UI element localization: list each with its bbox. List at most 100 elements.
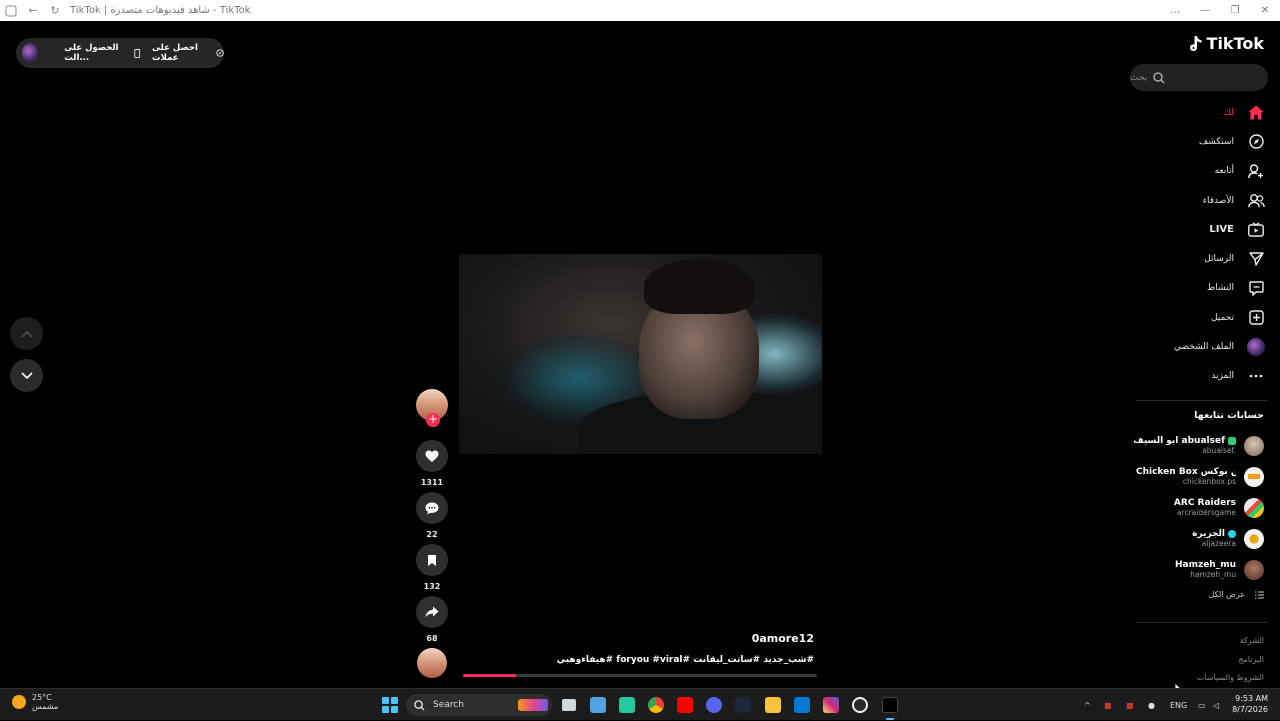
video-progress-bar[interactable] bbox=[463, 674, 817, 677]
list-icon bbox=[1255, 591, 1264, 598]
see-all-link[interactable]: عرض الكل bbox=[1208, 590, 1264, 599]
office-app-icon[interactable] bbox=[794, 697, 810, 713]
file-explorer-icon[interactable] bbox=[765, 697, 781, 713]
video-hashtags[interactable]: #شب_جديد #ساتت_ليقانت #foryou #viral #هي… bbox=[557, 655, 814, 665]
volume-icon[interactable]: ◁ bbox=[1213, 689, 1219, 721]
taskbar-search[interactable]: Search bbox=[406, 694, 552, 716]
profile-avatar bbox=[1244, 338, 1268, 357]
share-button[interactable] bbox=[416, 596, 448, 628]
sidebar-item-following[interactable]: أتابعه bbox=[1128, 157, 1268, 186]
account-name: ابو السيف abualsef bbox=[1133, 436, 1225, 446]
verified-badge-icon bbox=[1228, 437, 1236, 445]
follow-plus-icon[interactable]: + bbox=[426, 413, 440, 427]
video-actions: + 1311 22 132 68 bbox=[416, 389, 448, 644]
weather-widget[interactable]: 25°C مشمس bbox=[12, 693, 58, 711]
app-icon bbox=[0, 0, 22, 21]
search-input[interactable]: بحث bbox=[1130, 64, 1268, 91]
more-dots-icon bbox=[1244, 374, 1268, 378]
reload-icon[interactable]: ↻ bbox=[44, 0, 66, 21]
whatsapp-icon[interactable] bbox=[619, 697, 635, 713]
system-clock[interactable]: 9:53 AM 8/7/2026 bbox=[1232, 693, 1268, 715]
comment-button[interactable] bbox=[416, 492, 448, 524]
send-icon bbox=[1244, 252, 1268, 266]
back-icon[interactable]: ← bbox=[22, 0, 44, 21]
weather-condition: مشمس bbox=[32, 702, 59, 711]
followed-account[interactable]: تشيكن بوكس Chicken Box chickenbox.ps bbox=[1124, 461, 1264, 492]
youtube-icon[interactable] bbox=[677, 697, 693, 713]
search-icon bbox=[414, 699, 425, 711]
restore-icon[interactable]: ❐ bbox=[1220, 0, 1250, 21]
minimize-icon[interactable]: — bbox=[1190, 0, 1220, 21]
windows-start-icon[interactable] bbox=[382, 697, 398, 713]
phone-icon bbox=[133, 48, 140, 58]
sidebar-item-profile[interactable]: الملف الشخصي bbox=[1128, 332, 1268, 361]
account-name: الجزيرة bbox=[1192, 529, 1225, 539]
sidebar-item-label: الرسائل bbox=[1204, 254, 1234, 265]
tray-app-icon[interactable]: ■ bbox=[1126, 689, 1134, 721]
sidebar-menu: لك استكشف أتابعه الأصدقاء LIVE الرسائل ا… bbox=[1128, 98, 1268, 391]
more-options-icon[interactable]: … bbox=[1160, 0, 1190, 21]
close-icon[interactable]: ✕ bbox=[1250, 0, 1280, 21]
sidebar-item-for-you[interactable]: لك bbox=[1128, 98, 1268, 127]
account-name: تشيكن بوكس Chicken Box bbox=[1136, 467, 1236, 477]
sidebar-item-more[interactable]: المزيد bbox=[1128, 362, 1268, 391]
search-highlight-icon bbox=[518, 699, 548, 711]
author-avatar[interactable]: + bbox=[416, 389, 448, 427]
language-indicator[interactable]: ENG bbox=[1170, 689, 1187, 721]
following-accounts-list: ابو السيف abualsef abualsef. تشيكن بوكس … bbox=[1124, 430, 1264, 585]
like-count: 1311 bbox=[420, 478, 444, 487]
save-count: 132 bbox=[423, 582, 441, 591]
get-coins-button[interactable]: احصل على عملات bbox=[152, 43, 224, 63]
footer-link-terms[interactable]: الشروط والسياسات bbox=[1197, 669, 1264, 688]
followed-account[interactable]: Hamzeh_mu hamzeh_mu bbox=[1124, 554, 1264, 585]
tiktok-app-icon[interactable] bbox=[882, 697, 898, 713]
followed-account[interactable]: ARC Raiders arcraidersgame bbox=[1124, 492, 1264, 523]
chevron-down-icon bbox=[20, 371, 33, 379]
account-avatar bbox=[1244, 466, 1264, 487]
heart-icon bbox=[425, 450, 439, 462]
share-icon bbox=[425, 606, 439, 618]
sidebar-item-activity[interactable]: النشاط bbox=[1128, 274, 1268, 303]
network-icon[interactable]: ▭ bbox=[1198, 689, 1206, 721]
windows-taskbar: 25°C مشمس Search ^ ■ ■ ● ENG ▭ ◁ 9:53 AM… bbox=[0, 688, 1280, 720]
microphone-icon[interactable]: ● bbox=[1148, 689, 1155, 721]
tray-expand-icon[interactable]: ^ bbox=[1084, 689, 1091, 721]
steam-icon[interactable] bbox=[735, 697, 751, 713]
footer-link-company[interactable]: الشركة bbox=[1197, 632, 1264, 651]
tray-app-icon[interactable]: ■ bbox=[1104, 689, 1112, 721]
task-view-icon[interactable] bbox=[562, 699, 576, 711]
settings-gear-icon[interactable] bbox=[852, 697, 868, 713]
search-icon bbox=[1153, 71, 1165, 83]
like-button[interactable] bbox=[416, 440, 448, 472]
sound-disc-avatar[interactable] bbox=[417, 648, 447, 678]
tiktok-logo[interactable]: TikTok bbox=[1188, 34, 1264, 53]
previous-video-button[interactable] bbox=[10, 317, 43, 350]
window-title: TikTok | شاهد فيديوهات متصدرة - TikTok bbox=[70, 5, 251, 16]
microsoft-store-icon[interactable] bbox=[590, 697, 606, 713]
followed-account[interactable]: الجزيرة aljazeera bbox=[1124, 523, 1264, 554]
account-avatar bbox=[1244, 559, 1264, 580]
chrome-icon[interactable] bbox=[648, 697, 664, 713]
save-button[interactable] bbox=[416, 544, 448, 576]
instagram-icon[interactable] bbox=[823, 697, 839, 713]
followed-account[interactable]: ابو السيف abualsef abualsef. bbox=[1124, 430, 1264, 461]
account-handle: abualsef. bbox=[1202, 446, 1236, 455]
video-author[interactable]: 0amore12 bbox=[752, 632, 814, 645]
sidebar-item-explore[interactable]: استكشف bbox=[1128, 127, 1268, 156]
user-plus-icon bbox=[1244, 164, 1268, 179]
video-frame-hair bbox=[644, 259, 754, 314]
video-player[interactable] bbox=[459, 254, 822, 454]
next-video-button[interactable] bbox=[10, 359, 43, 392]
profile-avatar[interactable] bbox=[22, 43, 39, 63]
sidebar-item-upload[interactable]: تحميل bbox=[1128, 303, 1268, 332]
discord-icon[interactable] bbox=[706, 697, 722, 713]
chevron-up-icon bbox=[20, 330, 33, 338]
sidebar-item-messages[interactable]: الرسائل bbox=[1128, 244, 1268, 273]
sidebar-item-friends[interactable]: الأصدقاء bbox=[1128, 186, 1268, 215]
get-app-button[interactable]: الحصول على الت... bbox=[64, 43, 140, 63]
sidebar-item-label: تحميل bbox=[1210, 312, 1234, 323]
footer-link-program[interactable]: البرنامج bbox=[1197, 651, 1264, 670]
sidebar-item-live[interactable]: LIVE bbox=[1128, 215, 1268, 244]
upload-icon bbox=[1244, 310, 1268, 325]
sidebar-item-label: المزيد bbox=[1211, 371, 1234, 382]
